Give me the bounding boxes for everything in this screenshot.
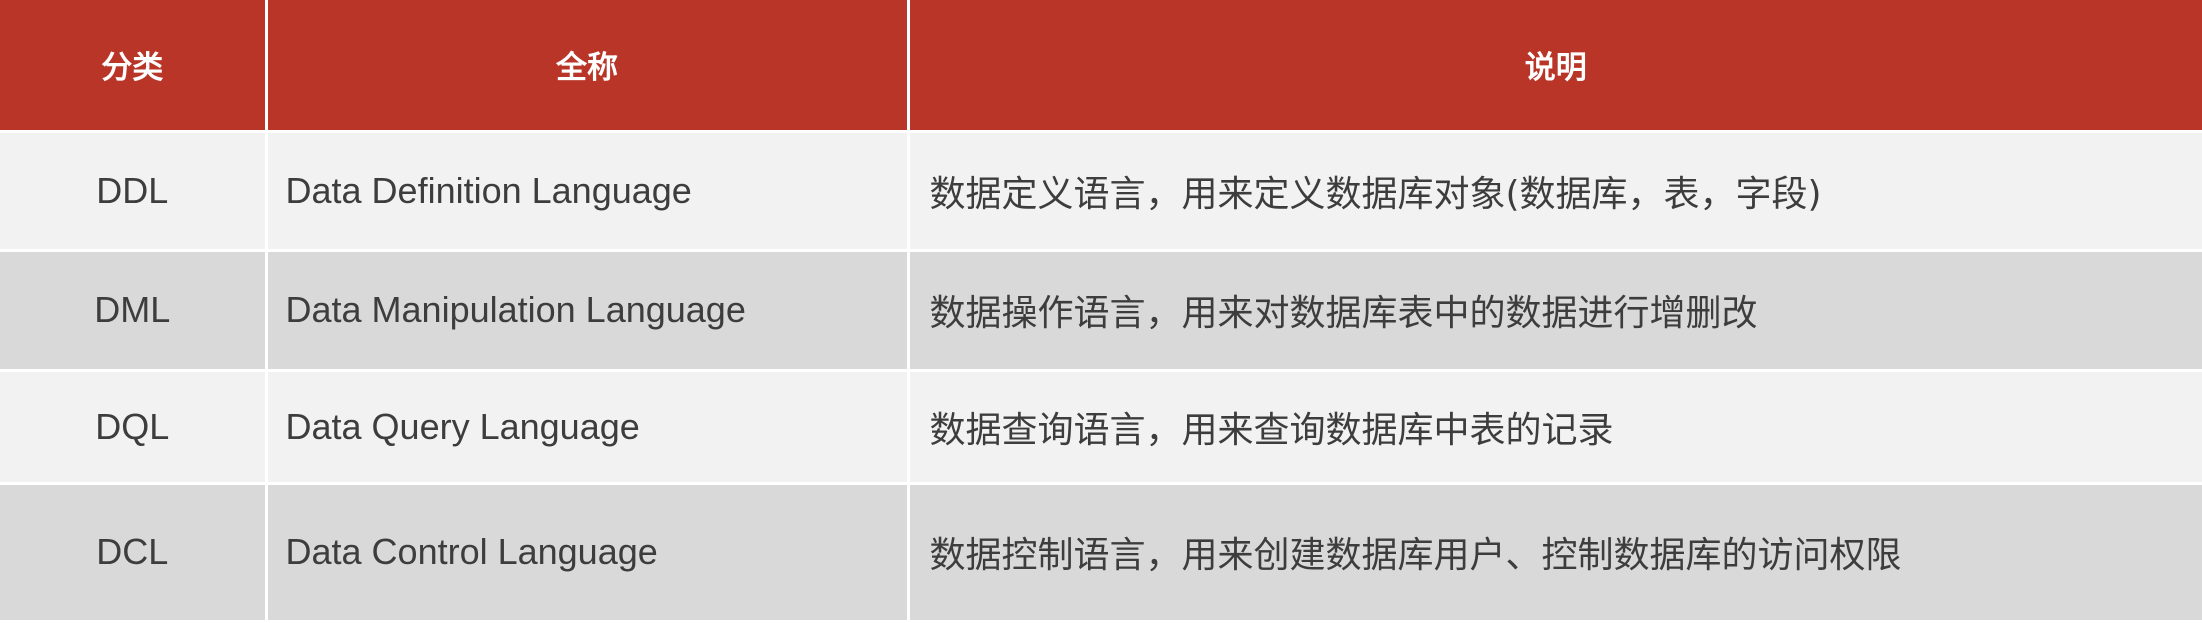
cell-category: DCL: [0, 483, 268, 623]
cell-description: 数据操作语言，用来对数据库表中的数据进行增删改: [908, 250, 2202, 372]
header-full-name: 全称: [266, 0, 910, 133]
cell-description: 数据控制语言，用来创建数据库用户、控制数据库的访问权限: [908, 483, 2202, 623]
cell-category: DQL: [0, 370, 268, 485]
table-row: DDL Data Definition Language 数据定义语言，用来定义…: [0, 131, 2202, 252]
cell-description: 数据查询语言，用来查询数据库中表的记录: [908, 370, 2202, 485]
cell-full-name: Data Definition Language: [266, 131, 910, 252]
cell-full-name: Data Control Language: [266, 483, 910, 623]
sql-categories-table: 分类 全称 说明 DDL Data Definition Language 数据…: [0, 0, 2202, 623]
header-category: 分类: [0, 0, 268, 133]
table-row: DQL Data Query Language 数据查询语言，用来查询数据库中表…: [0, 370, 2202, 485]
cell-category: DML: [0, 250, 268, 372]
cell-category: DDL: [0, 131, 268, 252]
header-description: 说明: [908, 0, 2202, 133]
cell-description: 数据定义语言，用来定义数据库对象(数据库，表，字段): [908, 131, 2202, 252]
table-row: DCL Data Control Language 数据控制语言，用来创建数据库…: [0, 483, 2202, 623]
table-row: DML Data Manipulation Language 数据操作语言，用来…: [0, 250, 2202, 372]
cell-full-name: Data Query Language: [266, 370, 910, 485]
table-header-row: 分类 全称 说明: [0, 0, 2202, 133]
cell-full-name: Data Manipulation Language: [266, 250, 910, 372]
